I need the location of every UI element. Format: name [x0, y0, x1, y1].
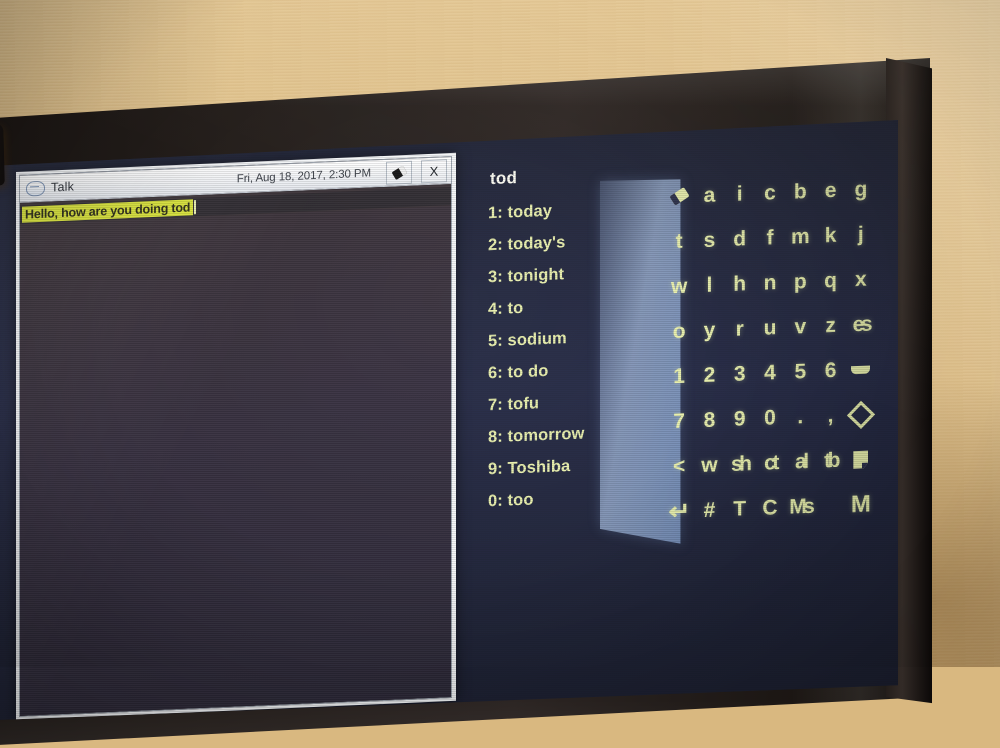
screen-vignette [0, 120, 898, 720]
aac-display-device: Talk Fri, Aug 18, 2017, 2:30 PM X Hello,… [0, 58, 932, 748]
device-screen: Talk Fri, Aug 18, 2017, 2:30 PM X Hello,… [0, 120, 898, 720]
